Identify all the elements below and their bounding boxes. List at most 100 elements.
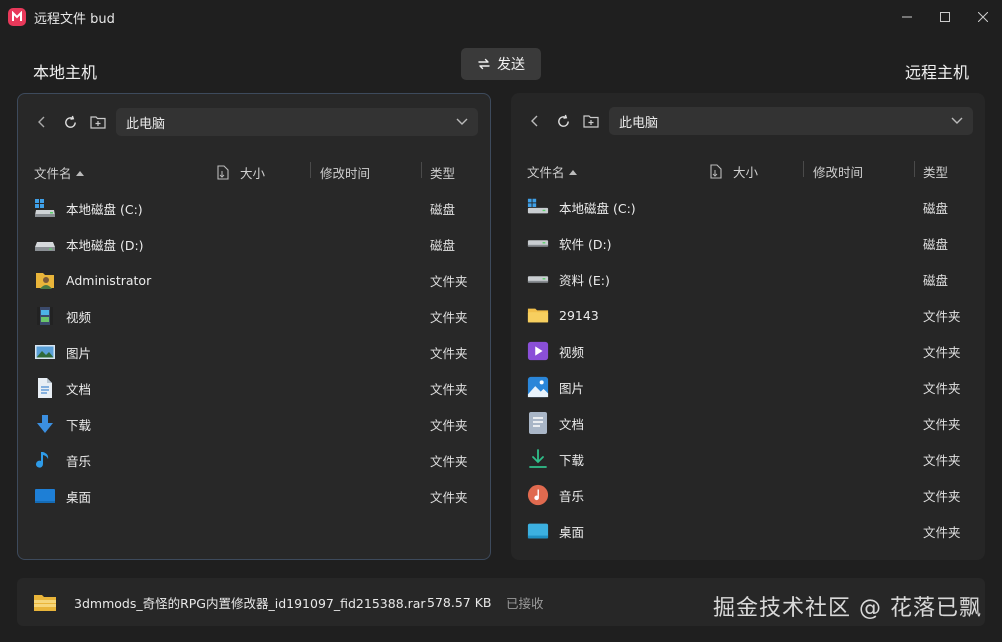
remote-file-row[interactable]: 图片 文件夹 (511, 369, 985, 405)
remote-column-headers: 文件名 大小 修改时间 类型 (511, 159, 985, 181)
file-type: 文件夹 (430, 489, 468, 505)
chevron-down-icon (951, 117, 963, 124)
column-divider[interactable] (803, 161, 804, 177)
local-path-bar: 此电脑 (30, 108, 478, 136)
remote-path-label: 此电脑 (619, 115, 659, 131)
remote-back-button[interactable] (523, 109, 547, 133)
chevron-down-icon (456, 118, 468, 125)
remote-col-modified[interactable]: 修改时间 (813, 162, 863, 181)
local-file-row[interactable]: 文档 文件夹 (18, 370, 490, 406)
local-col-name[interactable]: 文件名 (34, 163, 84, 182)
local-column-headers: 文件名 大小 修改时间 类型 (18, 160, 490, 182)
minimize-button[interactable] (888, 0, 926, 34)
local-file-row[interactable]: 本地磁盘 (D:) 磁盘 (18, 226, 490, 262)
file-name: 图片 (66, 345, 92, 361)
maximize-button[interactable] (926, 0, 964, 34)
file-name: 文档 (66, 381, 92, 397)
local-file-row[interactable]: 本地磁盘 (C:) 磁盘 (18, 190, 490, 226)
remote-path-select[interactable]: 此电脑 (609, 107, 973, 135)
transfer-file-size: 578.57 KB (427, 594, 492, 610)
remote-file-row[interactable]: 音乐 文件夹 (511, 477, 985, 513)
file-type: 文件夹 (923, 524, 961, 540)
remote-file-row[interactable]: 视频 文件夹 (511, 333, 985, 369)
local-file-row[interactable]: Administrator 文件夹 (18, 262, 490, 298)
minimize-icon (902, 16, 912, 18)
local-file-row[interactable]: 视频 文件夹 (18, 298, 490, 334)
close-button[interactable] (964, 0, 1002, 34)
local-col-modified[interactable]: 修改时间 (320, 163, 370, 182)
user-folder-icon (34, 269, 56, 291)
remote-refresh-button[interactable] (551, 109, 575, 133)
file-type: 文件夹 (923, 452, 961, 468)
video-folder-icon (527, 340, 549, 362)
remote-col-size[interactable]: 大小 (709, 162, 758, 181)
local-col-size[interactable]: 大小 (216, 163, 265, 182)
local-col-type[interactable]: 类型 (430, 163, 455, 182)
refresh-icon (557, 114, 569, 127)
file-name: 视频 (66, 309, 92, 325)
local-new-folder-button[interactable] (86, 110, 110, 134)
local-file-row[interactable]: 下载 文件夹 (18, 406, 490, 442)
documents-folder-icon (527, 412, 549, 434)
file-type: 磁盘 (923, 236, 949, 252)
file-type: 文件夹 (923, 344, 961, 360)
file-type: 文件夹 (430, 309, 468, 325)
window-title: 远程文件 bud (34, 11, 115, 27)
refresh-icon (64, 115, 76, 128)
local-file-row[interactable]: 图片 文件夹 (18, 334, 490, 370)
local-file-row[interactable]: 桌面 文件夹 (18, 478, 490, 514)
archive-icon (34, 595, 56, 611)
app-logo-icon (8, 8, 26, 26)
file-type: 文件夹 (430, 381, 468, 397)
file-name: 本地磁盘 (D:) (66, 237, 144, 253)
file-name: 本地磁盘 (C:) (66, 201, 143, 217)
remote-file-row[interactable]: 本地磁盘 (C:) 磁盘 (511, 189, 985, 225)
remote-file-row[interactable]: 下载 文件夹 (511, 441, 985, 477)
file-type: 磁盘 (923, 200, 949, 216)
file-type: 文件夹 (430, 417, 468, 433)
column-divider[interactable] (421, 162, 422, 178)
send-button[interactable]: 发送 (461, 48, 541, 80)
remote-file-row[interactable]: 桌面 文件夹 (511, 513, 985, 549)
local-path-select[interactable]: 此电脑 (116, 108, 478, 136)
file-name: 音乐 (66, 453, 92, 469)
drive-icon (527, 268, 549, 290)
local-refresh-button[interactable] (58, 110, 82, 134)
download-folder-icon (34, 413, 56, 435)
remote-col-name[interactable]: 文件名 (527, 162, 577, 181)
remote-file-row[interactable]: 资料 (E:) 磁盘 (511, 261, 985, 297)
transfer-file-name: 3dmmods_奇怪的RPG内置修改器_id191097_fid215388.r… (74, 595, 426, 611)
send-button-label: 发送 (497, 57, 525, 73)
local-file-list: 本地磁盘 (C:) 磁盘 本地磁盘 (D:) 磁盘 Administrator 文件夹 视频… (18, 190, 490, 514)
file-type: 文件夹 (430, 345, 468, 361)
local-file-row[interactable]: 音乐 文件夹 (18, 442, 490, 478)
pictures-folder-icon (527, 376, 549, 398)
file-type: 文件夹 (430, 453, 468, 469)
sort-up-icon (75, 170, 84, 176)
local-file-panel: 此电脑 文件名 大小 修改时间 类型 本地磁盘 (C:) 磁盘 本地磁盘 (D:) 磁… (17, 93, 491, 560)
pictures-folder-icon (34, 341, 56, 363)
local-back-button[interactable] (30, 110, 54, 134)
music-folder-icon (34, 449, 56, 471)
desktop-folder-icon (34, 485, 56, 507)
file-name: 本地磁盘 (C:) (559, 200, 636, 216)
new-folder-icon (583, 115, 599, 128)
remote-new-folder-button[interactable] (579, 109, 603, 133)
video-folder-icon (34, 305, 56, 327)
remote-file-row[interactable]: 文档 文件夹 (511, 405, 985, 441)
maximize-icon (940, 12, 950, 22)
close-icon (978, 12, 988, 22)
remote-file-row[interactable]: 29143 文件夹 (511, 297, 985, 333)
file-type: 文件夹 (923, 380, 961, 396)
file-type: 文件夹 (923, 308, 961, 324)
file-name: 音乐 (559, 488, 585, 504)
column-divider[interactable] (914, 161, 915, 177)
transfer-status: 已接收 (506, 595, 544, 611)
chevron-left-icon (38, 116, 45, 128)
file-type: 磁盘 (430, 237, 456, 253)
file-type: 磁盘 (923, 272, 949, 288)
remote-file-row[interactable]: 软件 (D:) 磁盘 (511, 225, 985, 261)
desktop-folder-icon (527, 520, 549, 542)
remote-col-type[interactable]: 类型 (923, 162, 948, 181)
column-divider[interactable] (310, 162, 311, 178)
